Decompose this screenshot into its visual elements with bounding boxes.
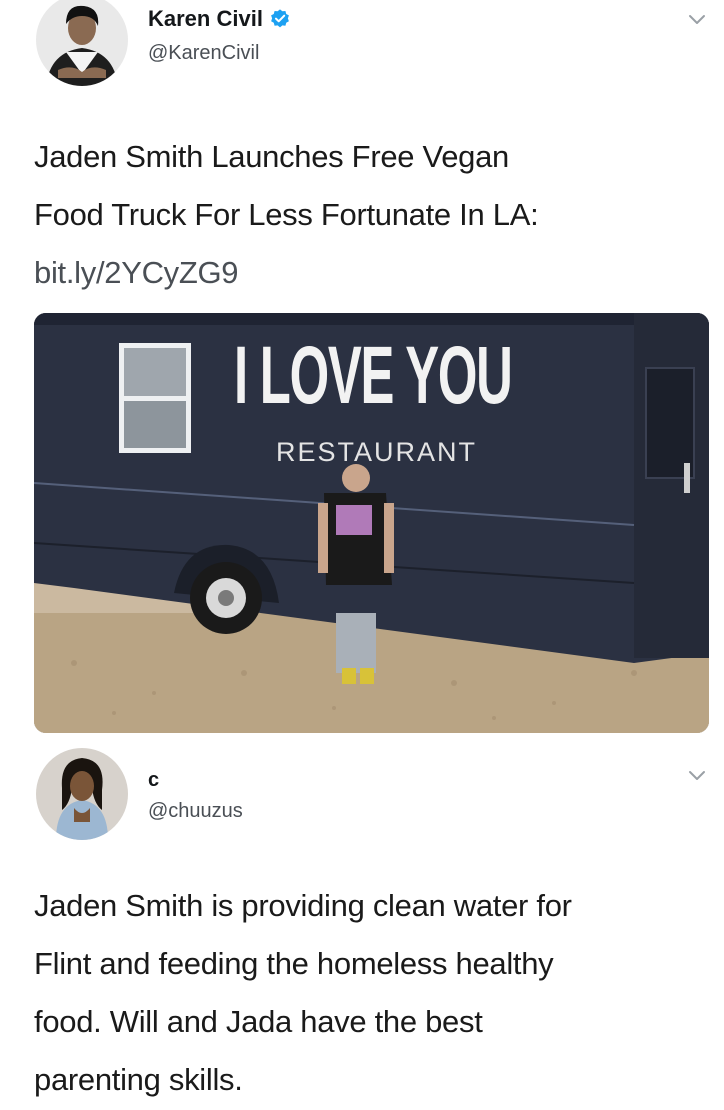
- chevron-down-icon[interactable]: [688, 14, 706, 26]
- handle[interactable]: @KarenCivil: [148, 42, 259, 65]
- tweet-link[interactable]: bit.ly/2YCyZG9: [34, 244, 699, 302]
- truck-subtitle-text: RESTAURANT: [276, 437, 478, 467]
- display-name-text: Karen Civil: [148, 6, 263, 31]
- display-name[interactable]: Karen Civil: [148, 6, 291, 32]
- tweet-text-line: Food Truck For Less Fortunate In LA:: [34, 197, 539, 232]
- tweet-chuuzus: c @chuuzus Jaden Smith is providing clea…: [0, 745, 724, 1110]
- display-name-text: c: [148, 769, 160, 791]
- avatar-image: [36, 748, 128, 840]
- chevron-down-icon[interactable]: [688, 770, 706, 782]
- tweet-text: Jaden Smith is providing clean water for…: [34, 877, 699, 1109]
- truck-title-text: I LOVE YOU: [234, 330, 513, 421]
- handle[interactable]: @chuuzus: [148, 800, 243, 823]
- avatar[interactable]: [36, 748, 128, 840]
- tweet-text-line: food. Will and Jada have the best: [34, 1004, 483, 1039]
- tweet-karen-civil: Karen Civil @KarenCivil Jaden Smith Laun…: [0, 0, 724, 745]
- tweet-text-line: parenting skills.: [34, 1062, 243, 1097]
- avatar[interactable]: [36, 0, 128, 86]
- avatar-image: [36, 0, 128, 86]
- tweet-text-line: Jaden Smith is providing clean water for: [34, 888, 572, 923]
- tweet-text-line: Jaden Smith Launches Free Vegan: [34, 139, 509, 174]
- verified-badge-icon: [269, 8, 291, 30]
- display-name[interactable]: c: [148, 769, 159, 792]
- tweet-media-photo[interactable]: I LOVE YOU RESTAURANT: [34, 313, 709, 733]
- tweet-text: Jaden Smith Launches Free Vegan Food Tru…: [34, 128, 699, 302]
- tweet-text-line: Flint and feeding the homeless healthy: [34, 946, 554, 981]
